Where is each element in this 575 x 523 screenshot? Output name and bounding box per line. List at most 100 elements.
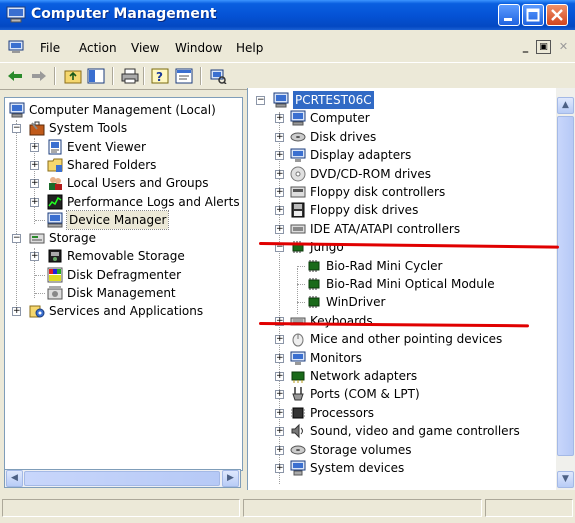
tree-item-label: System devices: [310, 461, 405, 475]
print-icon[interactable]: [121, 68, 139, 84]
tree-item-performance-logs-and-alerts[interactable]: + Performance Logs and Alerts: [5, 193, 242, 211]
device-item-disk-drives[interactable]: + Disk drives: [248, 128, 575, 146]
horizontal-scroll-thumb[interactable]: [24, 471, 220, 486]
device-item-ide-ata-atapi-controllers[interactable]: + IDE ATA/ATAPI controllers: [248, 220, 575, 238]
console-tree-pane[interactable]: Computer Management (Local) − System Tools…: [4, 97, 243, 471]
scroll-right-button[interactable]: ▶: [222, 470, 239, 487]
device-item-monitors[interactable]: + Monitors: [248, 349, 575, 367]
child-window-controls: _ ▣ ✕: [518, 40, 575, 56]
device-item-processors[interactable]: + Processors: [248, 404, 575, 422]
device-item-pcrtest06c[interactable]: − PCRTEST06C: [248, 91, 575, 109]
maximize-button[interactable]: [522, 4, 544, 26]
expand-button[interactable]: +: [30, 179, 39, 189]
tree-item-device-manager[interactable]: Device Manager: [5, 209, 242, 230]
menu-action[interactable]: Action: [79, 41, 117, 55]
device-item-bio-rad-mini-cycler[interactable]: Bio-Rad Mini Cycler: [248, 257, 575, 275]
tree-item-label: Bio-Rad Mini Cycler: [326, 258, 443, 273]
expand-button[interactable]: +: [275, 408, 284, 418]
tree-item-label: Ports (COM & LPT): [310, 387, 420, 402]
child-close-button[interactable]: ✕: [556, 40, 571, 54]
device-item-system-devices[interactable]: + System devices: [248, 459, 575, 477]
left-horizontal-scrollbar[interactable]: ◀ ▶: [4, 469, 241, 488]
vertical-scroll-thumb[interactable]: [557, 116, 574, 456]
collapse-button[interactable]: −: [12, 124, 21, 134]
scroll-left-button[interactable]: ◀: [6, 470, 23, 487]
expand-button[interactable]: +: [30, 160, 39, 170]
tree-item-system-tools[interactable]: − System Tools: [5, 119, 242, 137]
close-button[interactable]: [546, 4, 568, 26]
device-item-ports-com-lpt-[interactable]: + Ports (COM & LPT): [248, 385, 575, 403]
window-menu-icon[interactable]: [8, 40, 24, 54]
device-item-windriver[interactable]: WinDriver: [248, 293, 575, 311]
expand-button[interactable]: +: [275, 188, 284, 197]
expand-button[interactable]: +: [275, 353, 284, 363]
expand-button[interactable]: +: [30, 252, 39, 262]
help-icon[interactable]: ?: [151, 68, 169, 84]
tree-item-services-and-applications[interactable]: + Services and Applications: [5, 302, 242, 320]
device-tree-pane[interactable]: − PCRTEST06C + Computer + Disk drives + Display…: [247, 88, 575, 490]
device-item-sound-video-and-game-controllers[interactable]: + Sound, video and game controllers: [248, 422, 575, 440]
properties-icon[interactable]: [175, 68, 193, 84]
tree-item-disk-defragmenter[interactable]: Disk Defragmenter: [5, 266, 242, 284]
expand-button[interactable]: +: [275, 445, 284, 455]
expand-button[interactable]: +: [12, 307, 21, 317]
menu-window[interactable]: Window: [175, 41, 222, 55]
child-minimize-button[interactable]: _: [518, 40, 533, 54]
show-hide-tree-icon[interactable]: [87, 68, 105, 84]
back-arrow-icon[interactable]: [6, 68, 24, 84]
scroll-up-button[interactable]: ▲: [557, 97, 574, 114]
menu-file[interactable]: File: [40, 41, 60, 55]
expand-button[interactable]: +: [275, 427, 284, 437]
up-folder-icon[interactable]: [64, 68, 82, 84]
collapse-button[interactable]: −: [256, 96, 265, 105]
minimize-button[interactable]: [498, 4, 520, 26]
device-item-floppy-disk-drives[interactable]: + Floppy disk drives: [248, 201, 575, 219]
expand-button[interactable]: +: [275, 390, 284, 400]
expand-button[interactable]: +: [275, 169, 284, 179]
menu-view[interactable]: View: [131, 41, 159, 55]
storage-volume-icon: [290, 445, 306, 455]
device-item-mice-and-other-pointing-devices[interactable]: + Mice and other pointing devices: [248, 330, 575, 348]
expand-button[interactable]: +: [275, 151, 284, 161]
expand-button[interactable]: +: [275, 224, 284, 234]
tree-item-removable-storage[interactable]: + Removable Storage: [5, 247, 242, 265]
expand-button[interactable]: +: [30, 197, 39, 207]
expand-button[interactable]: +: [275, 206, 284, 216]
device-item-network-adapters[interactable]: + Network adapters: [248, 367, 575, 385]
right-vertical-scrollbar[interactable]: ▲ ▼: [556, 88, 575, 490]
device-item-bio-rad-mini-optical-module[interactable]: Bio-Rad Mini Optical Module: [248, 275, 575, 293]
device-item-dvd-cd-rom-drives[interactable]: + DVD/CD-ROM drives: [248, 165, 575, 183]
tree-item-label: Sound, video and game controllers: [310, 424, 520, 439]
scan-hardware-icon[interactable]: [209, 68, 227, 84]
tree-guide-line: [35, 219, 45, 221]
defrag-icon: [47, 267, 63, 283]
title-bar[interactable]: Computer Management: [0, 0, 575, 30]
expand-button[interactable]: +: [275, 372, 284, 381]
expand-button[interactable]: +: [275, 132, 284, 142]
tree-item-disk-management[interactable]: Disk Management: [5, 284, 242, 302]
tree-item-computer-management-local-[interactable]: Computer Management (Local): [5, 101, 242, 119]
expand-button[interactable]: +: [30, 142, 39, 152]
tree-item-label: Storage volumes: [310, 442, 412, 457]
tree-item-shared-folders[interactable]: + Shared Folders: [5, 156, 242, 174]
tree-item-event-viewer[interactable]: + Event Viewer: [5, 138, 242, 156]
expand-button[interactable]: +: [275, 464, 284, 473]
device-item-computer[interactable]: + Computer: [248, 109, 575, 127]
expand-button[interactable]: +: [275, 335, 284, 345]
collapse-button[interactable]: −: [12, 234, 21, 244]
tree-item-storage[interactable]: − Storage: [5, 229, 242, 247]
forward-arrow-icon[interactable]: [30, 68, 48, 84]
toolbar-separator: [54, 67, 56, 85]
tree-item-local-users-and-groups[interactable]: + Local Users and Groups: [5, 174, 242, 192]
device-item-display-adapters[interactable]: + Display adapters: [248, 146, 575, 164]
floppy-icon: [291, 202, 305, 218]
device-item-floppy-disk-controllers[interactable]: + Floppy disk controllers: [248, 183, 575, 201]
tree-item-label: Event Viewer: [67, 139, 146, 154]
menu-help[interactable]: Help: [236, 41, 263, 55]
child-restore-button[interactable]: ▣: [536, 40, 551, 54]
device-item-storage-volumes[interactable]: + Storage volumes: [248, 441, 575, 459]
scroll-down-button[interactable]: ▼: [557, 471, 574, 488]
tree-guide-line: [297, 284, 305, 285]
toolbar-separator: [112, 67, 114, 85]
expand-button[interactable]: +: [275, 114, 284, 124]
